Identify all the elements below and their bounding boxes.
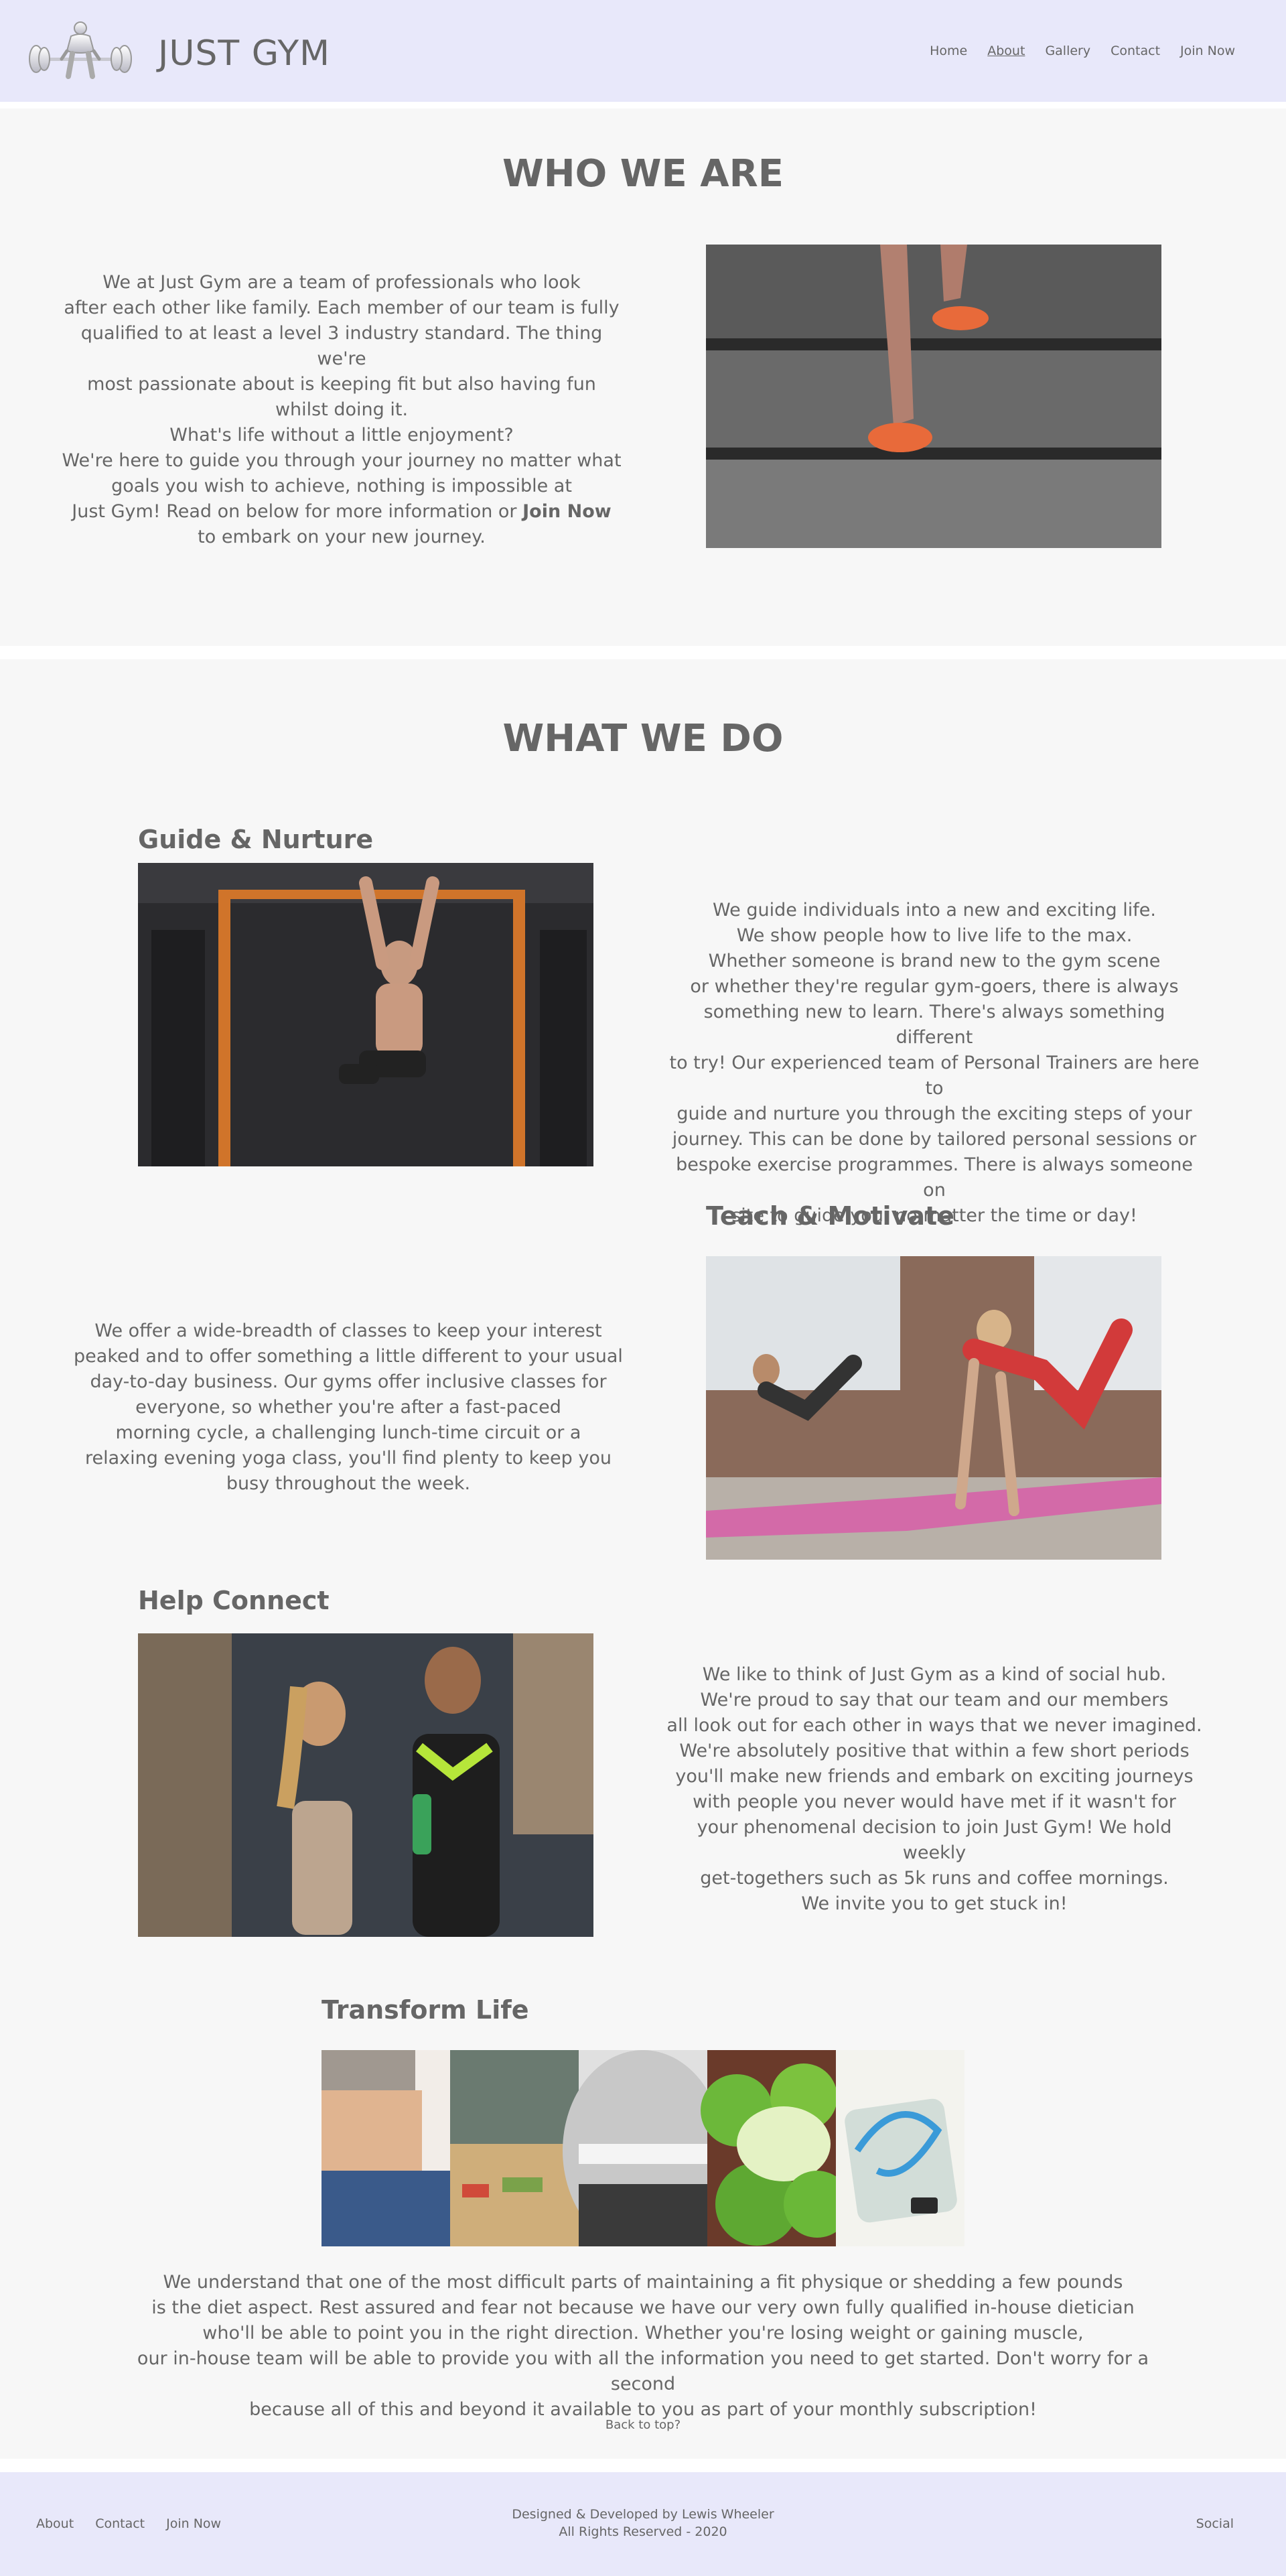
- join-now-link[interactable]: Join Now: [522, 501, 612, 522]
- main-nav: Home About Gallery Contact Join Now: [930, 43, 1235, 59]
- social-couple-photo: [138, 1633, 593, 1937]
- text-line: relaxing evening yoga class, you'll find…: [85, 1448, 612, 1469]
- text-line: We understand that one of the most diffi…: [163, 2272, 1123, 2293]
- text-line: peaked and to offer something a little d…: [74, 1346, 623, 1367]
- text-line: our in-house team will be able to provid…: [137, 2348, 1149, 2394]
- text-line: something new to learn. There's always s…: [703, 1002, 1165, 1048]
- text-line: you'll make new friends and embark on ex…: [675, 1766, 1194, 1787]
- footer-credit: Designed & Developed by Lewis Wheeler Al…: [0, 2506, 1286, 2540]
- brand-name[interactable]: JUST GYM: [158, 29, 330, 78]
- guide-nurture-text: We guide individuals into a new and exci…: [663, 898, 1206, 1229]
- footer-social-link[interactable]: Social: [1196, 2516, 1234, 2532]
- text-line: Just Gym! Read on below for more informa…: [60, 499, 623, 525]
- text-line: We're proud to say that our team and our…: [700, 1690, 1169, 1710]
- text-line: busy throughout the week.: [226, 1473, 471, 1494]
- help-connect-text: We like to think of Just Gym as a kind o…: [663, 1662, 1206, 1917]
- text-line: We show people how to live life to the m…: [736, 925, 1133, 946]
- nav-home[interactable]: Home: [930, 43, 967, 59]
- guide-nurture-title: Guide & Nurture: [138, 825, 374, 854]
- text-line: What's life without a little enjoyment?: [169, 425, 514, 446]
- site-footer: About Contact Join Now Designed & Develo…: [0, 2472, 1286, 2576]
- text-line: everyone, so whether you're after a fast…: [135, 1397, 561, 1418]
- barbell-logo-icon[interactable]: [24, 20, 137, 82]
- teach-motivate-text: We offer a wide-breadth of classes to ke…: [74, 1318, 623, 1497]
- text-line: day-to-day business. Our gyms offer incl…: [90, 1371, 607, 1392]
- text-line: We at Just Gym are a team of professiona…: [102, 272, 581, 293]
- text-line: after each other like family. Each membe…: [64, 297, 620, 318]
- transform-life-text: We understand that one of the most diffi…: [107, 2270, 1179, 2423]
- text-line: all look out for each other in ways that…: [666, 1715, 1202, 1736]
- text-line: to try! Our experienced team of Personal…: [669, 1053, 1200, 1099]
- nav-contact[interactable]: Contact: [1111, 43, 1160, 59]
- text-fragment: Just Gym! Read on below for more informa…: [72, 501, 517, 522]
- who-we-are-text: We at Just Gym are a team of professiona…: [60, 270, 623, 550]
- diet-collage-photo: [322, 2050, 964, 2246]
- text-line: We're here to guide you through your jou…: [62, 450, 622, 471]
- text-line: is the diet aspect. Rest assured and fea…: [151, 2297, 1135, 2318]
- text-line: or whether they're regular gym-goers, th…: [690, 976, 1179, 997]
- text-line: We guide individuals into a new and exci…: [713, 900, 1156, 921]
- text-line: your phenomenal decision to join Just Gy…: [697, 1817, 1172, 1863]
- teach-motivate-title: Teach & Motivate: [706, 1201, 954, 1231]
- what-we-do-heading: WHAT WE DO: [502, 717, 784, 760]
- text-line: get-togethers such as 5k runs and coffee…: [700, 1868, 1169, 1889]
- credit-designer: Designed & Developed by Lewis Wheeler: [512, 2507, 774, 2522]
- text-line: qualified to at least a level 3 industry…: [80, 323, 603, 369]
- text-line: We're absolutely positive that within a …: [679, 1741, 1190, 1761]
- text-line: bespoke exercise programmes. There is al…: [676, 1154, 1193, 1201]
- text-line: who'll be able to point you in the right…: [202, 2323, 1084, 2344]
- credit-rights: All Rights Reserved - 2020: [559, 2524, 727, 2539]
- text-line: We like to think of Just Gym as a kind o…: [702, 1664, 1167, 1685]
- text-line: journey. This can be done by tailored pe…: [672, 1129, 1197, 1150]
- text-line: goals you wish to achieve, nothing is im…: [111, 476, 572, 496]
- back-to-top-link[interactable]: Back to top?: [0, 2417, 1286, 2433]
- yoga-class-photo: [706, 1256, 1161, 1560]
- stairs-running-photo: [706, 245, 1161, 548]
- text-line: We invite you to get stuck in!: [801, 1893, 1068, 1914]
- pullup-photo: [138, 863, 593, 1166]
- site-header: JUST GYM Home About Gallery Contact Join…: [0, 0, 1286, 102]
- text-line: most passionate about is keeping fit but…: [87, 374, 596, 420]
- text-line: morning cycle, a challenging lunch-time …: [115, 1422, 581, 1443]
- text-line: Whether someone is brand new to the gym …: [708, 951, 1161, 971]
- nav-about[interactable]: About: [987, 43, 1025, 59]
- nav-gallery[interactable]: Gallery: [1045, 43, 1090, 59]
- transform-life-title: Transform Life: [322, 1995, 529, 2025]
- text-line: to embark on your new journey.: [198, 527, 486, 547]
- text-line: guide and nurture you through the exciti…: [676, 1103, 1192, 1124]
- help-connect-title: Help Connect: [138, 1586, 330, 1615]
- nav-join-now[interactable]: Join Now: [1180, 43, 1235, 59]
- who-we-are-heading: WHO WE ARE: [502, 152, 784, 196]
- text-line: We offer a wide-breadth of classes to ke…: [94, 1320, 602, 1341]
- text-line: with people you never would have met if …: [693, 1791, 1176, 1812]
